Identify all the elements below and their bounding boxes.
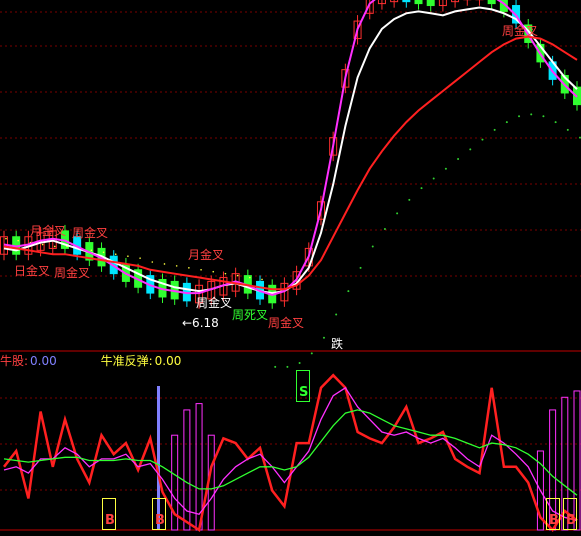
indicator-header: 牛股: 0.00 牛准反弹: 0.00 [0, 352, 181, 369]
trail-dot [493, 128, 496, 131]
trail-dot [224, 272, 227, 275]
trail-dot [505, 121, 508, 124]
trail-dot [261, 278, 263, 281]
buy-signal-text: B [105, 513, 115, 528]
trail-dot [139, 257, 141, 259]
buy-signal: B [102, 498, 116, 530]
buy-signal-text: B [155, 513, 165, 528]
trail-dot [371, 245, 374, 248]
sell-signal: S [296, 370, 310, 402]
trail-dot [432, 177, 435, 180]
trail-dot [347, 290, 350, 293]
trail-dot [566, 128, 569, 131]
trail-dot [335, 313, 338, 316]
buy-signal: B [152, 498, 166, 530]
trail-dot [90, 249, 93, 252]
bottom-label: 跌 [331, 337, 344, 351]
trail-dot [444, 167, 447, 170]
trail-dot [274, 365, 277, 368]
signal-label: 月金叉 [188, 248, 225, 262]
trail-dot [530, 113, 533, 116]
trail-dot [383, 227, 386, 230]
buy-signal: B [546, 498, 560, 530]
candle-body [487, 0, 496, 5]
oscillator-line-1 [3, 386, 578, 522]
trail-dot [249, 276, 251, 279]
candle-body [426, 0, 435, 7]
trail-dot [212, 270, 215, 273]
candle-body [402, 0, 411, 3]
trail-dot [518, 115, 521, 118]
sell-signal-text: S [299, 385, 309, 400]
indicator-1-value: 0.00 [30, 354, 57, 368]
indicator-2-value: 0.00 [154, 354, 182, 368]
trail-dot [310, 352, 313, 355]
signal-label: 周死叉 [232, 308, 269, 322]
trail-dot [200, 268, 202, 271]
trail-dot [41, 243, 44, 246]
trail-dot [127, 255, 129, 257]
trail-dot [408, 198, 411, 201]
trail-dot [359, 266, 362, 269]
stock-chart-window: 月金叉 周金叉 周金叉 日金叉 月金叉 周金叉 周死叉 周金叉 周金叉 ←6.1… [0, 0, 581, 536]
trail-dot [554, 121, 557, 124]
buy-signal-text: B [549, 513, 559, 528]
trail-dot [53, 245, 56, 248]
trail-dot [469, 148, 472, 151]
signal-label: 日金叉 [14, 264, 51, 278]
signal-label: 周金叉 [72, 226, 109, 240]
trail-dot [102, 251, 105, 254]
trail-dot [286, 365, 289, 368]
trail-dot [322, 336, 325, 339]
buy-signal-text: B [566, 513, 576, 528]
trail-dot [396, 212, 399, 215]
low-price-label: ←6.18 [182, 316, 219, 330]
signal-label: 周金叉 [502, 24, 539, 38]
trail-dot [5, 237, 7, 240]
trail-dot [481, 138, 484, 141]
buy-signal: B [563, 498, 577, 530]
trail-dot [420, 187, 423, 190]
trail-dot [542, 115, 545, 118]
trail-dot [163, 263, 166, 265]
trail-dot [114, 253, 117, 256]
signal-label: 月金叉 [30, 224, 67, 238]
signal-label: 周金叉 [268, 316, 305, 330]
trail-dot [17, 239, 19, 242]
indicator-2-label: 牛准反弹: [100, 354, 153, 368]
trail-dot [151, 261, 154, 263]
trail-dot [175, 265, 178, 267]
trail-dot [236, 274, 239, 277]
indicator-1-label: 牛股: [0, 354, 29, 368]
trail-dot [188, 267, 190, 269]
candle-body [414, 0, 423, 5]
signal-label: 周金叉 [54, 266, 91, 280]
trail-dot [298, 362, 301, 365]
signal-label: 周金叉 [196, 296, 233, 310]
trail-dot [457, 158, 460, 161]
